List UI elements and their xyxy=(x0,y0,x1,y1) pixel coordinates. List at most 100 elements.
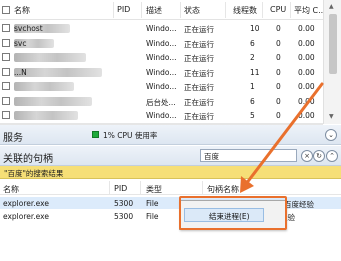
process-row-description: Windo... xyxy=(146,24,177,33)
process-row-status: 正在运行 xyxy=(184,68,214,78)
process-row-status: 正在运行 xyxy=(184,25,214,34)
process-row-description: Windo... xyxy=(146,53,177,62)
column-divider[interactable] xyxy=(290,2,291,18)
column-header-cpu[interactable]: CPU xyxy=(270,5,286,14)
process-row-threads: 5 xyxy=(250,111,255,120)
column-divider[interactable] xyxy=(141,2,142,18)
process-row-checkbox[interactable] xyxy=(2,53,10,61)
handle-row-pid: 5300 xyxy=(114,212,134,221)
column-header-name[interactable]: 名称 xyxy=(3,184,19,195)
column-header-handle-name[interactable]: 句柄名称 xyxy=(207,184,239,195)
services-title: 服务 xyxy=(3,133,23,144)
process-table: 名称 PID 描述 状态 线程数 CPU 平均 C... svchost Wind… xyxy=(0,0,341,137)
column-header-name[interactable]: 名称 xyxy=(14,5,30,16)
process-row-cpu: 0 xyxy=(276,53,281,62)
handle-search-input[interactable]: 百度 xyxy=(200,149,297,162)
search-clear-button[interactable]: × xyxy=(301,150,313,162)
redacted-name-blur xyxy=(14,111,78,120)
process-row-cpu: 0 xyxy=(276,24,281,33)
process-row-avg-cpu: 0.00 xyxy=(298,67,315,77)
process-row-avg-cpu: 0.00 xyxy=(298,96,315,106)
process-row-status: 正在运行 xyxy=(184,112,214,121)
column-header-avg-cpu[interactable]: 平均 C... xyxy=(294,5,326,16)
redacted-name-blur xyxy=(14,67,102,77)
process-row[interactable]: Windo... 正在运行 2 0 0.00 xyxy=(0,50,323,65)
process-row-checkbox[interactable] xyxy=(2,82,10,90)
process-row-description: Windo... xyxy=(146,38,177,48)
column-header-pid[interactable]: PID xyxy=(114,184,127,193)
process-row-name: ...N xyxy=(14,67,27,77)
services-expand-button[interactable]: ⌄ xyxy=(325,129,337,141)
handles-table-header: 名称 PID 类型 句柄名称 xyxy=(0,181,341,195)
column-divider[interactable] xyxy=(225,2,226,18)
process-row[interactable]: Windo... 正在运行 1 0 0.00 xyxy=(0,79,323,94)
column-divider[interactable] xyxy=(202,181,203,195)
process-row-description: 后台处... xyxy=(146,97,176,107)
process-row-threads: 11 xyxy=(250,67,260,77)
end-process-menu-item[interactable]: 结束进程(E) xyxy=(184,208,264,222)
process-row-description: Windo... xyxy=(146,67,177,77)
process-table-scrollbar[interactable]: ▲ ▼ xyxy=(323,0,341,124)
process-row-cpu: 0 xyxy=(276,111,281,120)
select-all-checkbox[interactable] xyxy=(2,6,10,14)
redacted-name-blur xyxy=(14,96,92,106)
handle-row[interactable]: explorer.exe 5300 File ...百度经验 xyxy=(0,210,341,222)
handles-collapse-button[interactable]: ⌃ xyxy=(326,150,338,162)
column-header-type[interactable]: 类型 xyxy=(146,184,162,195)
process-row-checkbox[interactable] xyxy=(2,24,10,32)
process-row-cpu: 0 xyxy=(276,96,281,106)
scrollbar-thumb[interactable] xyxy=(329,14,337,74)
handles-title: 关联的句柄 xyxy=(3,154,53,165)
process-row[interactable]: ...N Windo... 正在运行 11 0 0.00 xyxy=(0,65,323,80)
process-row-checkbox[interactable] xyxy=(2,111,10,119)
process-row-description: Windo... xyxy=(146,82,177,91)
process-row-threads: 10 xyxy=(250,24,260,33)
process-row-description: Windo... xyxy=(146,111,177,120)
column-header-threads[interactable]: 线程数 xyxy=(233,5,257,16)
column-divider[interactable] xyxy=(140,181,141,195)
column-divider[interactable] xyxy=(180,2,181,18)
process-row-checkbox[interactable] xyxy=(2,96,10,105)
handle-row-type: File xyxy=(146,212,159,221)
process-row-threads: 6 xyxy=(250,38,255,48)
process-row-status: 正在运行 xyxy=(184,54,214,63)
process-row-threads: 1 xyxy=(250,82,255,91)
column-divider[interactable] xyxy=(109,181,110,195)
redacted-name-blur xyxy=(14,82,74,91)
process-row-cpu: 0 xyxy=(276,38,281,48)
process-row-cpu: 0 xyxy=(276,67,281,77)
handle-row-pid: 5300 xyxy=(114,199,134,208)
services-cpu-usage: 1% CPU 使用率 xyxy=(103,131,158,140)
search-result-bar: "百度"的搜索结果 xyxy=(0,166,341,179)
chevron-down-icon: ⌄ xyxy=(328,131,334,139)
process-row-avg-cpu: 0.00 xyxy=(298,111,315,120)
process-row-status: 正在运行 xyxy=(184,83,214,92)
handle-row-name: explorer.exe xyxy=(3,199,49,208)
process-row-threads: 6 xyxy=(250,96,255,106)
search-button[interactable]: ↻ xyxy=(313,150,325,162)
refresh-icon: ↻ xyxy=(316,152,322,160)
process-row[interactable]: svchost Windo... 正在运行 10 0 0.00 xyxy=(0,21,323,36)
process-row-checkbox[interactable] xyxy=(2,38,10,47)
handle-row[interactable]: explorer.exe 5300 File C:\Users\...\Desk… xyxy=(0,197,341,209)
process-table-header: 名称 PID 描述 状态 线程数 CPU 平均 C... xyxy=(0,0,326,20)
column-divider[interactable] xyxy=(262,2,263,18)
process-row[interactable]: Windo... 正在运行 5 0 0.00 xyxy=(0,108,323,123)
process-row-checkbox[interactable] xyxy=(2,67,10,76)
process-row[interactable]: svc Windo... 正在运行 6 0 0.00 xyxy=(0,36,323,51)
process-row-avg-cpu: 0.00 xyxy=(298,38,315,48)
process-row[interactable]: 后台处... 正在运行 6 0 0.00 xyxy=(0,94,323,109)
chevron-up-icon: ⌃ xyxy=(329,152,335,160)
process-row-name: svchost xyxy=(14,24,43,33)
column-header-description[interactable]: 描述 xyxy=(146,5,162,16)
scroll-up-arrow-icon[interactable]: ▲ xyxy=(329,3,334,10)
column-header-status[interactable]: 状态 xyxy=(184,5,200,16)
scroll-down-arrow-icon[interactable]: ▼ xyxy=(329,113,334,120)
close-icon: × xyxy=(304,152,310,160)
column-header-pid[interactable]: PID xyxy=(117,5,130,14)
column-divider[interactable] xyxy=(113,2,114,18)
services-panel-header[interactable]: 服务 1% CPU 使用率 ⌄ xyxy=(0,125,341,145)
process-row-status: 正在运行 xyxy=(184,39,214,49)
process-row-avg-cpu: 0.00 xyxy=(298,24,315,33)
process-row-threads: 2 xyxy=(250,53,255,62)
